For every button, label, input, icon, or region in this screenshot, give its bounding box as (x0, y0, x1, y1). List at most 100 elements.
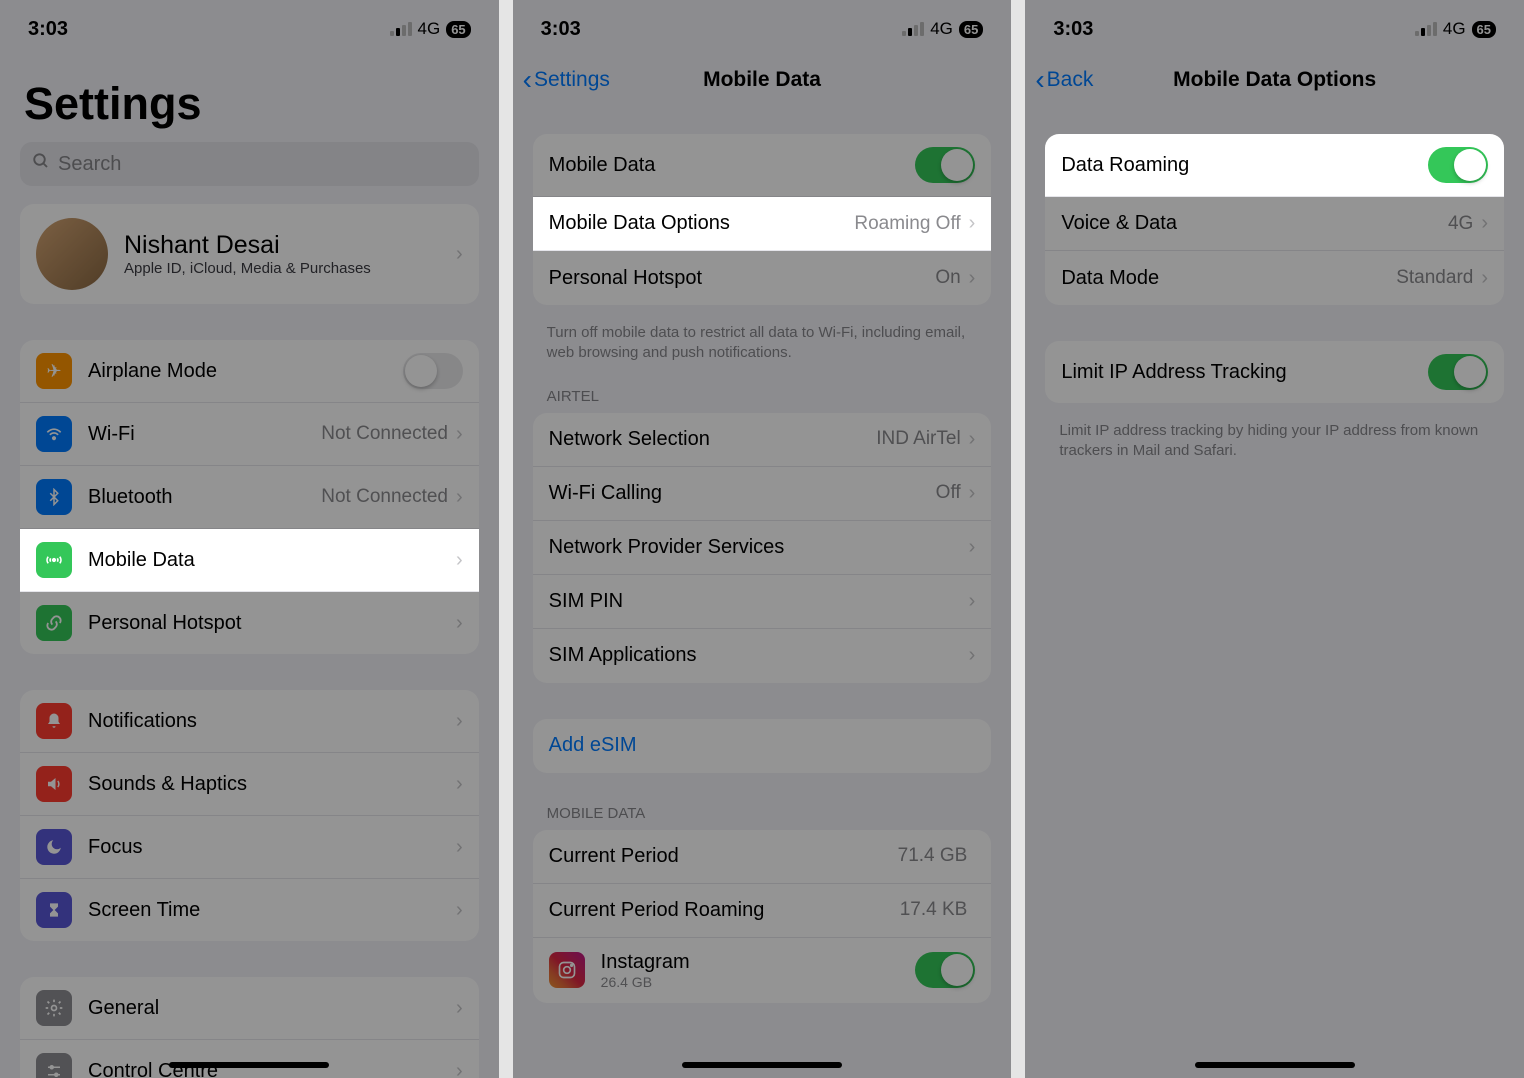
row-bluetooth[interactable]: Bluetooth Not Connected › (20, 466, 479, 529)
moon-icon (36, 829, 72, 865)
chevron-right-icon: › (969, 212, 976, 235)
page-title: Settings (0, 54, 499, 142)
signal-icon (1415, 22, 1437, 36)
row-airplane[interactable]: ✈ Airplane Mode (20, 340, 479, 403)
row-sim-pin[interactable]: SIM PIN › (533, 575, 992, 629)
antenna-icon (36, 542, 72, 578)
row-mobile-data-options[interactable]: Mobile Data Options Roaming Off › (533, 197, 992, 251)
nav-bar: ‹ Settings Mobile Data (513, 54, 1012, 106)
signal-icon (902, 22, 924, 36)
search-placeholder: Search (58, 153, 121, 176)
row-general[interactable]: General › (20, 977, 479, 1040)
home-indicator[interactable] (169, 1062, 329, 1068)
group-ip-tracking: Limit IP Address Tracking (1045, 341, 1504, 403)
row-sim-apps[interactable]: SIM Applications › (533, 629, 992, 683)
group-connectivity: ✈ Airplane Mode Wi-Fi Not Connected › Bl… (20, 340, 479, 654)
page-title: Mobile Data (703, 68, 821, 92)
group-header-usage: MOBILE DATA (513, 805, 1012, 830)
row-add-esim[interactable]: Add eSIM (533, 719, 992, 773)
airplane-toggle[interactable] (403, 353, 463, 389)
chevron-right-icon: › (456, 486, 463, 509)
row-current-roaming[interactable]: Current Period Roaming 17.4 KB (533, 884, 992, 938)
chevron-right-icon: › (969, 644, 976, 667)
app-toggle[interactable] (915, 952, 975, 988)
chevron-right-icon: › (456, 773, 463, 796)
status-icons: 4G 65 (902, 19, 983, 39)
row-voice-data[interactable]: Voice & Data 4G › (1045, 197, 1504, 251)
group-notifications: Notifications › Sounds & Haptics › Focus… (20, 690, 479, 941)
back-button[interactable]: ‹ Settings (523, 66, 610, 94)
chevron-right-icon: › (969, 428, 976, 451)
roaming-toggle[interactable] (1428, 147, 1488, 183)
row-current-period[interactable]: Current Period 71.4 GB (533, 830, 992, 884)
chevron-right-icon: › (456, 997, 463, 1020)
row-mobile-data[interactable]: Mobile Data › (20, 529, 479, 592)
group-footer: Limit IP address tracking by hiding your… (1025, 411, 1524, 462)
chevron-right-icon: › (969, 536, 976, 559)
row-app-instagram[interactable]: Instagram 26.4 GB (533, 938, 992, 1003)
home-indicator[interactable] (682, 1062, 842, 1068)
profile-card[interactable]: Nishant Desai Apple ID, iCloud, Media & … (20, 204, 479, 304)
group-header-airtel: AIRTEL (513, 388, 1012, 413)
profile-sub: Apple ID, iCloud, Media & Purchases (124, 260, 371, 277)
status-bar: 3:03 4G 65 (1025, 0, 1524, 54)
chevron-right-icon: › (1481, 212, 1488, 235)
status-bar: 3:03 4G 65 (0, 0, 499, 54)
page-title: Mobile Data Options (1173, 68, 1376, 92)
chevron-right-icon: › (456, 836, 463, 859)
row-screentime[interactable]: Screen Time › (20, 879, 479, 941)
row-notifications[interactable]: Notifications › (20, 690, 479, 753)
battery-icon: 65 (446, 21, 470, 38)
row-personal-hotspot[interactable]: Personal Hotspot On › (533, 251, 992, 305)
back-button[interactable]: ‹ Back (1035, 66, 1093, 94)
home-indicator[interactable] (1195, 1062, 1355, 1068)
search-icon (32, 152, 50, 176)
row-data-roaming[interactable]: Data Roaming (1045, 134, 1504, 197)
group-esim: Add eSIM (533, 719, 992, 773)
group-carrier: Network Selection IND AirTel › Wi-Fi Cal… (533, 413, 992, 683)
chevron-right-icon: › (456, 899, 463, 922)
chevron-right-icon: › (969, 267, 976, 290)
row-mobile-data-toggle[interactable]: Mobile Data (533, 134, 992, 197)
chevron-right-icon: › (1481, 267, 1488, 290)
limit-ip-toggle[interactable] (1428, 354, 1488, 390)
chevron-left-icon: ‹ (523, 66, 532, 94)
bluetooth-icon (36, 479, 72, 515)
mobile-data-toggle[interactable] (915, 147, 975, 183)
wifi-icon (36, 416, 72, 452)
gear-icon (36, 990, 72, 1026)
row-provider-services[interactable]: Network Provider Services › (533, 521, 992, 575)
row-wifi-calling[interactable]: Wi-Fi Calling Off › (533, 467, 992, 521)
row-data-mode[interactable]: Data Mode Standard › (1045, 251, 1504, 305)
group-usage: Current Period 71.4 GB Current Period Ro… (533, 830, 992, 1003)
row-hotspot[interactable]: Personal Hotspot › (20, 592, 479, 654)
network-label: 4G (418, 19, 441, 39)
row-wifi[interactable]: Wi-Fi Not Connected › (20, 403, 479, 466)
chevron-right-icon: › (456, 549, 463, 572)
chevron-right-icon: › (456, 243, 463, 266)
group-options: Data Roaming Voice & Data 4G › Data Mode… (1045, 134, 1504, 305)
nav-bar: ‹ Back Mobile Data Options (1025, 54, 1524, 106)
row-limit-ip[interactable]: Limit IP Address Tracking (1045, 341, 1504, 403)
row-sounds[interactable]: Sounds & Haptics › (20, 753, 479, 816)
airplane-icon: ✈ (36, 353, 72, 389)
battery-icon: 65 (959, 21, 983, 38)
row-network-selection[interactable]: Network Selection IND AirTel › (533, 413, 992, 467)
profile-name: Nishant Desai (124, 231, 371, 260)
status-bar: 3:03 4G 65 (513, 0, 1012, 54)
sliders-icon (36, 1053, 72, 1078)
chevron-right-icon: › (456, 710, 463, 733)
chevron-right-icon: › (969, 482, 976, 505)
battery-icon: 65 (1472, 21, 1496, 38)
hourglass-icon (36, 892, 72, 928)
screen-mobile-data-options: 3:03 4G 65 ‹ Back Mobile Data Options Da… (1025, 0, 1524, 1078)
status-time: 3:03 (541, 18, 581, 41)
screen-mobile-data: 3:03 4G 65 ‹ Settings Mobile Data Mobile… (513, 0, 1012, 1078)
search-input[interactable]: Search (20, 142, 479, 186)
row-focus[interactable]: Focus › (20, 816, 479, 879)
signal-icon (390, 22, 412, 36)
link-icon (36, 605, 72, 641)
chevron-left-icon: ‹ (1035, 66, 1044, 94)
row-control-centre[interactable]: Control Centre › (20, 1040, 479, 1078)
chevron-right-icon: › (456, 612, 463, 635)
